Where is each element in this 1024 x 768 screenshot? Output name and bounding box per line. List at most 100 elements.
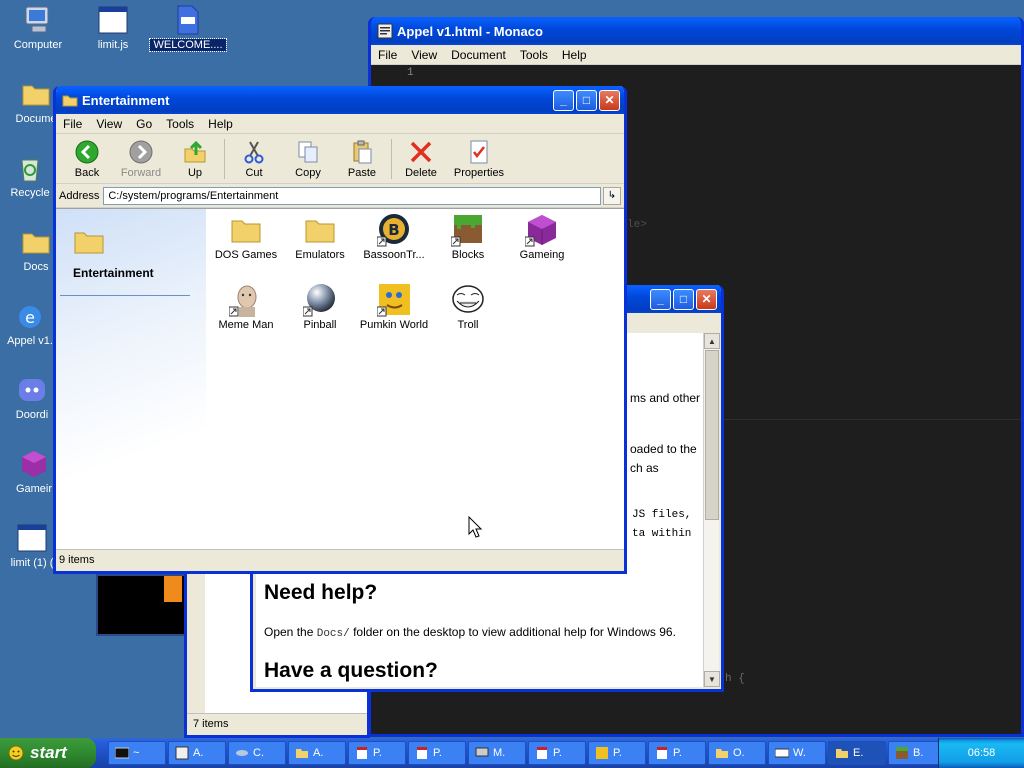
text-fragment: oaded to the	[630, 442, 697, 456]
menu-go[interactable]: Go	[129, 117, 159, 131]
troll-face-icon	[452, 285, 484, 313]
close-button[interactable]: ✕	[599, 89, 620, 111]
file-item-label: Troll	[457, 319, 479, 331]
file-item-label: Gameing	[519, 249, 565, 261]
folder-icon	[62, 95, 78, 107]
taskbar-button[interactable]: E.	[828, 741, 886, 765]
explorer-toolbar: Back Forward Up Cut Copy Paste Delete Pr…	[56, 134, 624, 184]
file-item-dos-games[interactable]: DOS Games	[209, 213, 283, 261]
file-item-troll[interactable]: Troll	[431, 283, 505, 331]
line-number: 1	[407, 67, 414, 79]
menu-file[interactable]: File	[56, 117, 89, 131]
explorer-content: Entertainment DOS Games Emulators B Bass…	[56, 208, 624, 549]
properties-button[interactable]: Properties	[448, 139, 510, 179]
go-button[interactable]: ↳	[603, 186, 621, 205]
file-item-meme-man[interactable]: Meme Man	[209, 283, 283, 331]
menu-view[interactable]: View	[89, 117, 129, 131]
file-item-label: Blocks	[451, 249, 485, 261]
maximize-button[interactable]: □	[673, 288, 694, 310]
taskbar-button[interactable]: P.	[528, 741, 586, 765]
explorer-titlebar[interactable]: Entertainment _ □ ✕	[56, 86, 624, 114]
copy-button[interactable]: Copy	[281, 139, 335, 179]
taskbar-button[interactable]: P.	[348, 741, 406, 765]
menu-document[interactable]: Document	[444, 48, 513, 62]
delete-x-icon	[410, 141, 432, 162]
clock[interactable]: 06:58	[968, 747, 996, 759]
bassoon-icon: B	[377, 214, 409, 247]
up-button[interactable]: Up	[168, 139, 222, 179]
menu-tools[interactable]: Tools	[159, 117, 201, 131]
task-label: O.	[733, 747, 745, 759]
back-label: Back	[74, 166, 100, 179]
minimize-button[interactable]: _	[650, 288, 671, 310]
markdown-file-icon	[775, 748, 789, 758]
start-label: start	[30, 743, 67, 762]
taskbar-button[interactable]: O.	[708, 741, 766, 765]
file-item-blocks[interactable]: Blocks	[431, 213, 505, 261]
file-item-gameing[interactable]: Gameing	[505, 213, 579, 261]
file-item-pinball[interactable]: Pinball	[283, 283, 357, 331]
system-tray: 06:58	[938, 738, 1024, 768]
taskbar-button[interactable]: C.	[228, 741, 286, 765]
scroll-thumb[interactable]	[705, 350, 719, 520]
background-app-fragment	[96, 574, 186, 636]
address-label: Address	[59, 189, 100, 202]
explorer-menubar: File View Go Tools Help	[56, 114, 624, 134]
address-input[interactable]: C:/system/programs/Entertainment	[103, 186, 601, 205]
taskbar: start ~ A. C. A. P. P. M. P. P. P. O. W.…	[0, 738, 1024, 768]
menu-help[interactable]: Help	[555, 48, 594, 62]
scroll-down-arrow[interactable]: ▼	[704, 671, 720, 687]
paste-label: Paste	[347, 166, 377, 179]
file-item-pumkin-world[interactable]: Pumkin World	[357, 283, 431, 331]
taskbar-button[interactable]: ~	[108, 741, 166, 765]
monitor-icon	[475, 747, 489, 757]
code-fragment: JS files,	[632, 509, 692, 521]
menu-help[interactable]: Help	[201, 117, 240, 131]
forward-button[interactable]: Forward	[114, 139, 168, 179]
taskbar-button[interactable]: A.	[168, 741, 226, 765]
minimize-button[interactable]: _	[553, 89, 574, 111]
copy-label: Copy	[295, 166, 321, 179]
taskbar-button[interactable]: P.	[408, 741, 466, 765]
file-item-label: BassoonTr...	[363, 249, 425, 261]
menu-view[interactable]: View	[404, 48, 444, 62]
back-button[interactable]: Back	[60, 139, 114, 179]
file-item-emulators[interactable]: Emulators	[283, 213, 357, 261]
desktop-icon-computer[interactable]: Computer	[0, 4, 76, 51]
delete-button[interactable]: Delete	[394, 139, 448, 179]
monaco-menubar: File View Document Tools Help	[371, 45, 1021, 65]
code-fragment: h {	[725, 673, 745, 685]
monaco-titlebar[interactable]: Appel v1.html - Monaco	[371, 17, 1021, 45]
taskbar-button[interactable]: W.	[768, 741, 826, 765]
up-label: Up	[187, 166, 203, 179]
taskbar-button[interactable]: P.	[588, 741, 646, 765]
paste-button[interactable]: Paste	[335, 139, 389, 179]
properties-icon	[470, 140, 488, 163]
folder-icon	[22, 233, 50, 254]
taskbar-button[interactable]: A.	[288, 741, 346, 765]
file-item-label: Emulators	[295, 249, 345, 261]
toolbar-separator	[224, 138, 225, 179]
purple-cube-icon	[525, 215, 556, 247]
close-button[interactable]: ✕	[696, 288, 717, 310]
side-pane-title: Entertainment	[73, 266, 154, 280]
taskbar-button[interactable]: P.	[648, 741, 706, 765]
properties-label: Properties	[453, 166, 505, 179]
desktop-icon-welcome[interactable]: WELCOME....	[149, 4, 227, 52]
cut-button[interactable]: Cut	[227, 139, 281, 179]
vertical-scrollbar[interactable]: ▲ ▼	[703, 333, 720, 687]
task-label: A.	[193, 747, 204, 759]
close-icon: ✕	[701, 292, 712, 306]
maximize-button[interactable]: □	[576, 89, 597, 111]
desktop-icon-limit-js[interactable]: limit.js	[75, 4, 151, 51]
console-icon	[115, 747, 129, 759]
desktop-icon-label: Computer	[13, 39, 63, 51]
taskbar-button[interactable]: M.	[468, 741, 526, 765]
start-button[interactable]: start	[0, 738, 96, 768]
file-item-bassoon[interactable]: B BassoonTr...	[357, 213, 431, 261]
menu-file[interactable]: File	[371, 48, 404, 62]
scroll-up-arrow[interactable]: ▲	[704, 333, 720, 349]
text-fragment: ch as	[630, 461, 659, 475]
folder-icon	[305, 220, 335, 243]
menu-tools[interactable]: Tools	[513, 48, 555, 62]
